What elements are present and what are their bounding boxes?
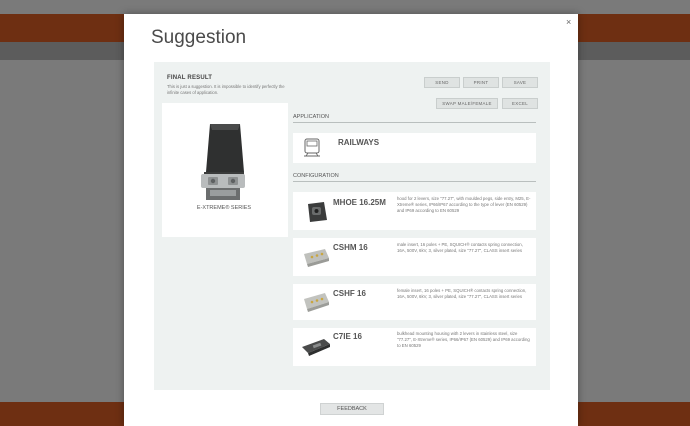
final-result-description: This is just a suggestion. It is impossi… [167,84,285,95]
config-item-description: female insert, 16 poles + PE, SQUICH® co… [397,288,527,299]
config-item-name: C7IE 16 [333,332,362,341]
female-insert-image [304,293,329,312]
config-item-description: hood for 2 levers, size "77.27", with mo… [397,196,531,213]
print-button[interactable]: PRINT [463,77,499,88]
save-button[interactable]: SAVE [502,77,538,88]
feedback-button[interactable]: FEEDBACK [320,403,384,415]
modal-title: Suggestion [151,27,247,48]
send-button[interactable]: SEND [424,77,460,88]
train-icon [304,138,320,157]
configuration-heading: CONFIGURATION [293,173,339,179]
connector-housing-image [201,124,245,200]
application-heading: APPLICATION [293,114,329,120]
application-card [293,133,536,163]
male-insert-image [304,249,329,267]
config-item-name: CSHF 16 [333,289,366,298]
config-item-description: male insert, 16 poles + PE, SQUICH® cont… [397,242,523,253]
application-name: RAILWAYS [338,138,380,147]
close-icon[interactable]: × [566,17,571,27]
final-result-heading: FINAL RESULT [167,75,213,81]
series-label: E-XTREME® SERIES [196,205,252,211]
config-item-name: CSHM 16 [333,243,368,252]
config-item-description: bulkhead mounting housing with 2 levers … [397,331,530,348]
config-item-name: MHOE 16.25M [333,198,386,207]
hood-image [308,202,327,222]
bulkhead-housing-image [302,339,330,356]
swap-male-female-button[interactable]: SWAP MALE/FEMALE [436,98,498,109]
excel-button[interactable]: EXCEL [502,98,538,109]
application-divider [293,122,536,123]
configuration-divider [293,181,536,182]
